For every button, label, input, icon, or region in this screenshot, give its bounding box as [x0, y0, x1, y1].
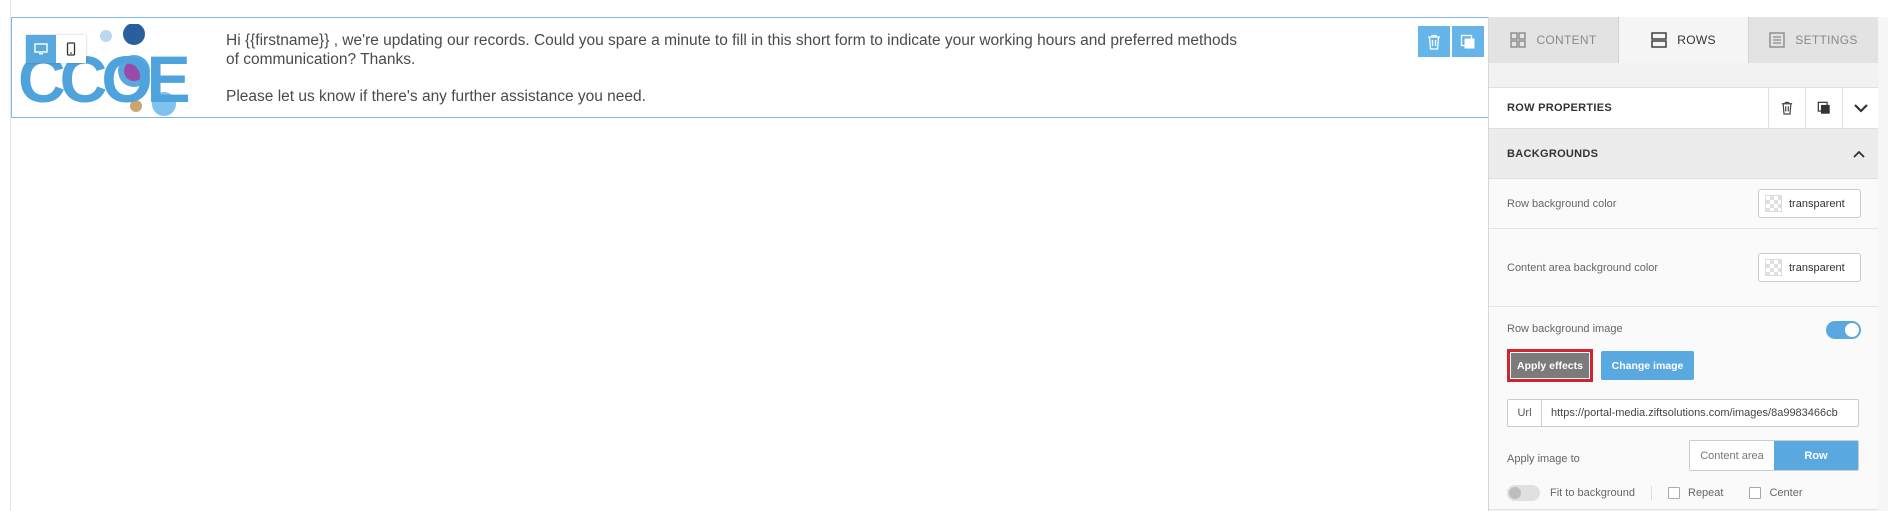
change-image-button[interactable]: Change image — [1601, 351, 1694, 380]
tab-settings-label: SETTINGS — [1795, 33, 1858, 47]
duplicate-row-button[interactable] — [1452, 26, 1484, 57]
content-bg-color-label: Content area background color — [1507, 261, 1659, 274]
row-text-block[interactable]: Hi {{firstname}} , we're updating our re… — [226, 32, 1246, 107]
row-toolbar — [1418, 26, 1484, 57]
greeting-paragraph: Hi {{firstname}} , we're updating our re… — [226, 32, 1237, 68]
tab-content-label: CONTENT — [1536, 33, 1597, 47]
desktop-icon — [34, 43, 48, 55]
collapse-props-button[interactable] — [1842, 87, 1879, 129]
url-input[interactable]: https://portal-media.ziftsolutions.com/i… — [1542, 407, 1858, 419]
row-bg-image-block: Row background image Apply effects Chang… — [1489, 307, 1879, 510]
center-label: Center — [1769, 487, 1803, 499]
row-bg-color-value: transparent — [1789, 197, 1845, 210]
row-bg-image-label: Row background image — [1507, 323, 1623, 335]
device-toggle — [26, 35, 86, 63]
apply-effects-label: Apply effects — [1511, 353, 1589, 378]
backgrounds-title: BACKGROUNDS — [1507, 147, 1599, 160]
center-checkbox[interactable] — [1749, 487, 1762, 499]
repeat-checkbox[interactable] — [1668, 487, 1680, 499]
fit-to-background-label: Fit to background — [1550, 487, 1635, 499]
email-row[interactable]: CCOE Hi {{firstname}} , we're updating o… — [11, 17, 1489, 118]
row-bg-image-toggle[interactable] — [1826, 321, 1861, 339]
row-bg-color-label: Row background color — [1507, 197, 1617, 210]
content-bg-color-value: transparent — [1789, 261, 1845, 274]
row-properties-header: ROW PROPERTIES — [1489, 87, 1879, 129]
repeat-label: Repeat — [1688, 487, 1724, 499]
chevron-up-icon — [1839, 150, 1879, 158]
image-options: Fit to background Repeat Center — [1507, 485, 1803, 501]
content-bg-color-picker[interactable]: transparent — [1758, 253, 1861, 282]
duplicate-icon — [1817, 101, 1830, 114]
settings-icon — [1769, 32, 1785, 48]
tab-settings[interactable]: SETTINGS — [1749, 17, 1878, 63]
panel-scrollbar[interactable] — [1878, 17, 1888, 511]
apply-to-row-button[interactable]: Row — [1774, 441, 1858, 470]
content-bg-color-row: Content area background color transparen… — [1489, 229, 1879, 307]
mobile-view-button[interactable] — [56, 35, 86, 63]
tab-content[interactable]: CONTENT — [1489, 17, 1619, 63]
grid-icon — [1510, 32, 1527, 48]
tab-rows[interactable]: ROWS — [1619, 17, 1749, 63]
chevron-down-icon — [1854, 104, 1868, 113]
move-handle[interactable] — [30, 71, 52, 93]
properties-panel: CONTENT ROWS SETTINGS ROW PROPERTIES BAC… — [1488, 17, 1879, 511]
transparent-swatch-icon — [1765, 259, 1782, 276]
desktop-view-button[interactable] — [26, 35, 56, 63]
apply-image-to-selector: Content area Row — [1689, 440, 1859, 471]
apply-image-to-label: Apply image to — [1507, 453, 1580, 465]
trash-icon — [1781, 101, 1793, 115]
row-bg-color-row: Row background color transparent — [1489, 179, 1879, 229]
delete-row-props-button[interactable] — [1768, 87, 1805, 129]
delete-row-button[interactable] — [1418, 26, 1450, 57]
assistance-paragraph: Please let us know if there's any furthe… — [226, 88, 646, 105]
options-divider — [1651, 486, 1652, 500]
fit-to-background-toggle[interactable] — [1507, 485, 1540, 501]
move-icon — [32, 73, 50, 91]
url-field: Url https://portal-media.ziftsolutions.c… — [1507, 399, 1859, 427]
trash-icon — [1428, 34, 1440, 50]
panel-tabs: CONTENT ROWS SETTINGS — [1489, 17, 1878, 63]
url-prefix: Url — [1508, 400, 1542, 426]
backgrounds-section-header[interactable]: BACKGROUNDS — [1489, 129, 1879, 179]
row-properties-title: ROW PROPERTIES — [1507, 102, 1613, 114]
apply-to-content-area-button[interactable]: Content area — [1690, 441, 1774, 470]
duplicate-row-props-button[interactable] — [1805, 87, 1842, 129]
rows-icon — [1651, 32, 1667, 48]
email-canvas: CCOE Hi {{firstname}} , we're updating o… — [10, 0, 1489, 511]
duplicate-icon — [1460, 34, 1475, 48]
tab-rows-label: ROWS — [1677, 33, 1716, 47]
transparent-swatch-icon — [1765, 195, 1782, 212]
row-bg-color-picker[interactable]: transparent — [1758, 189, 1861, 218]
apply-effects-button[interactable]: Apply effects — [1507, 349, 1593, 382]
mobile-icon — [66, 42, 76, 56]
